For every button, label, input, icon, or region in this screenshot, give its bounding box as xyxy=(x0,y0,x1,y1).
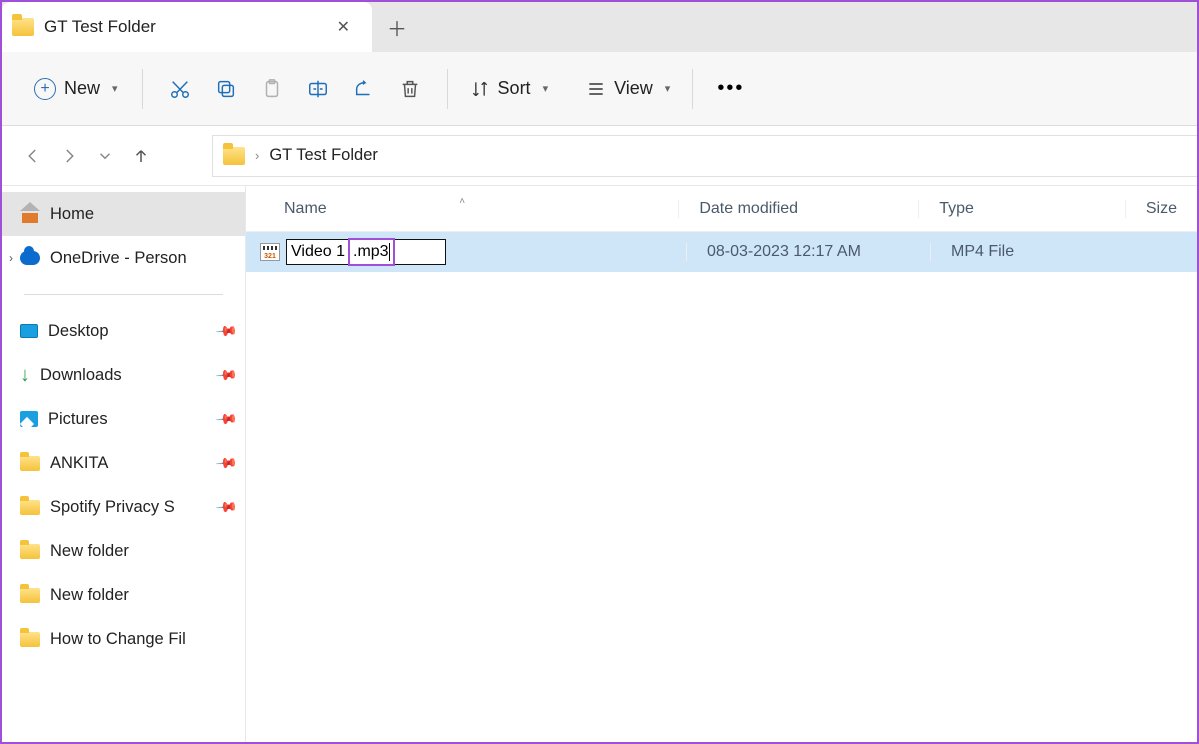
sidebar-item-label: How to Change Fil xyxy=(50,630,186,649)
sidebar-item[interactable]: Desktop 📌 xyxy=(2,309,245,353)
recent-dropdown[interactable] xyxy=(96,147,114,165)
sidebar-item[interactable]: New folder xyxy=(2,573,245,617)
sidebar-item-label: OneDrive - Person xyxy=(50,249,187,268)
sidebar-item[interactable]: New folder xyxy=(2,529,245,573)
sort-button[interactable]: Sort ▾ xyxy=(462,74,557,103)
close-tab-icon[interactable]: ✕ xyxy=(329,13,358,41)
sidebar: Home › OneDrive - Person Desktop 📌 ↓ Downlo… xyxy=(2,186,246,742)
tab-title: GT Test Folder xyxy=(44,17,329,37)
chevron-down-icon: ▾ xyxy=(665,82,671,95)
cut-button[interactable] xyxy=(157,69,203,109)
rename-extension-selected[interactable]: .mp3 xyxy=(350,240,393,264)
pin-icon: 📌 xyxy=(214,363,238,387)
pin-icon: 📌 xyxy=(214,495,238,519)
video-file-icon: 321 xyxy=(260,243,280,261)
copy-button[interactable] xyxy=(203,69,249,109)
folder-icon xyxy=(20,588,40,603)
column-headers: ˄ Name Date modified Type Size xyxy=(246,186,1197,232)
sidebar-item[interactable]: ANKITA 📌 xyxy=(2,441,245,485)
chevron-right-icon: › xyxy=(255,148,259,163)
sidebar-item-label: Pictures xyxy=(48,410,108,429)
forward-button[interactable] xyxy=(60,147,78,165)
folder-icon xyxy=(20,632,40,647)
desktop-icon xyxy=(20,324,38,338)
column-header-size[interactable]: Size xyxy=(1125,200,1197,218)
pic-icon xyxy=(20,411,38,427)
sidebar-item-home[interactable]: Home xyxy=(2,192,245,236)
new-button[interactable]: + New ▾ xyxy=(24,74,128,104)
column-header-name[interactable]: ˄ Name xyxy=(246,200,678,218)
rename-input[interactable] xyxy=(287,243,350,261)
sidebar-item-label: New folder xyxy=(50,586,129,605)
sidebar-item-label: Home xyxy=(50,205,94,224)
view-button[interactable]: View ▾ xyxy=(578,74,678,103)
toolbar: + New ▾ xyxy=(2,52,1197,126)
rename-input-box[interactable]: .mp3 xyxy=(286,239,446,265)
tab-active[interactable]: GT Test Folder ✕ xyxy=(2,2,372,52)
sidebar-item-label: Desktop xyxy=(48,322,109,341)
breadcrumb-segment[interactable]: GT Test Folder xyxy=(269,146,378,165)
sort-asc-icon: ˄ xyxy=(459,196,465,207)
back-button[interactable] xyxy=(24,147,42,165)
folder-icon xyxy=(20,544,40,559)
folder-icon xyxy=(20,500,40,515)
home-icon xyxy=(20,205,40,223)
sidebar-item-label: New folder xyxy=(50,542,129,561)
pin-icon: 📌 xyxy=(214,407,238,431)
delete-button[interactable] xyxy=(387,69,433,109)
sort-label: Sort xyxy=(498,78,531,99)
cell-date: 08-03-2023 12:17 AM xyxy=(686,243,930,261)
share-button[interactable] xyxy=(341,69,387,109)
sidebar-item[interactable]: Spotify Privacy S 📌 xyxy=(2,485,245,529)
new-label: New xyxy=(64,78,100,99)
cell-type: MP4 File xyxy=(930,243,1140,261)
chevron-right-icon[interactable]: › xyxy=(4,251,18,265)
column-header-type[interactable]: Type xyxy=(918,200,1125,218)
down-icon: ↓ xyxy=(20,365,30,385)
sidebar-item-onedrive[interactable]: › OneDrive - Person xyxy=(2,236,245,280)
address-bar[interactable]: › GT Test Folder xyxy=(212,135,1197,177)
sidebar-item-label: Spotify Privacy S xyxy=(50,498,175,517)
sidebar-item[interactable]: Pictures 📌 xyxy=(2,397,245,441)
tab-bar: GT Test Folder ✕ ＋ xyxy=(2,2,1197,52)
sidebar-item[interactable]: ↓ Downloads 📌 xyxy=(2,353,245,397)
navigation-row: › GT Test Folder xyxy=(2,126,1197,186)
paste-button[interactable] xyxy=(249,69,295,109)
folder-icon xyxy=(12,18,34,36)
column-header-date[interactable]: Date modified xyxy=(678,200,918,218)
pin-icon: 📌 xyxy=(214,451,238,475)
chevron-down-icon: ▾ xyxy=(543,82,549,95)
chevron-down-icon: ▾ xyxy=(112,82,118,95)
folder-icon xyxy=(223,147,245,165)
new-tab-button[interactable]: ＋ xyxy=(372,13,422,42)
up-button[interactable] xyxy=(132,147,150,165)
sidebar-item[interactable]: How to Change Fil xyxy=(2,617,245,661)
rename-button[interactable] xyxy=(295,69,341,109)
view-label: View xyxy=(614,78,653,99)
plus-circle-icon: + xyxy=(34,78,56,100)
pin-icon: 📌 xyxy=(214,319,238,343)
folder-icon xyxy=(20,456,40,471)
file-pane: ˄ Name Date modified Type Size 321 .mp3 … xyxy=(246,186,1197,742)
more-button[interactable]: ••• xyxy=(707,73,754,104)
sidebar-item-label: ANKITA xyxy=(50,454,108,473)
sidebar-item-label: Downloads xyxy=(40,366,122,385)
table-row[interactable]: 321 .mp3 08-03-2023 12:17 AM MP4 File xyxy=(246,232,1197,272)
cloud-icon xyxy=(20,251,40,265)
